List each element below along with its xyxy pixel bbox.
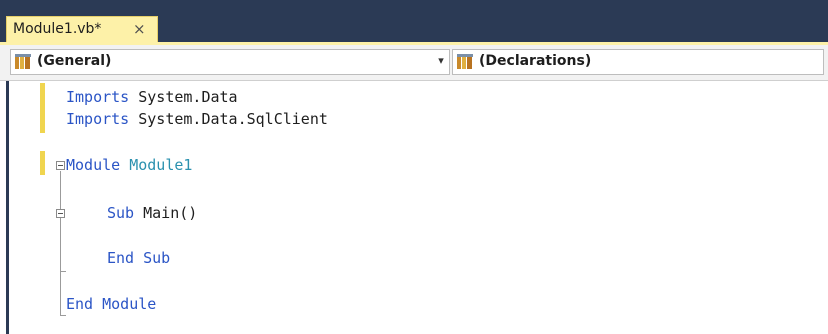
code-navigation-bar: (General) ▾ (Declarations) — [0, 45, 828, 81]
code-line-3: Module Module1 — [66, 156, 192, 174]
code-text: System.Data.SqlClient — [129, 110, 328, 128]
keyword: Module — [66, 156, 121, 174]
chevron-down-icon[interactable]: ▾ — [435, 55, 447, 67]
unsaved-change-marker — [40, 151, 45, 175]
code-line-6: End Module — [66, 295, 156, 313]
keyword: Imports — [66, 110, 130, 128]
code-line-5: End Sub — [107, 249, 170, 267]
keyword: Imports — [66, 88, 130, 106]
code-line-1: Imports System.Data — [66, 88, 238, 106]
keyword: End Sub — [107, 249, 171, 267]
code-text: System.Data — [129, 88, 238, 106]
keyword: Sub — [107, 204, 135, 222]
collapse-sub-toggle[interactable] — [56, 209, 65, 218]
keyword: End Module — [66, 295, 157, 313]
code-text: Main() — [134, 204, 198, 222]
collapse-module-toggle[interactable] — [56, 161, 65, 170]
document-tab-strip: Module1.vb* × — [0, 0, 828, 44]
types-dropdown[interactable]: (General) ▾ — [10, 49, 450, 75]
outline-end-tick — [60, 271, 66, 272]
outline-end-tick — [60, 315, 66, 316]
editor-left-border — [6, 81, 9, 334]
class-view-icon — [457, 54, 473, 69]
unsaved-change-marker — [40, 83, 45, 133]
outline-guide-module — [60, 171, 61, 316]
tab-title: Module1.vb* — [13, 21, 102, 37]
members-dropdown-label: (Declarations) — [479, 53, 592, 69]
code-line-2: Imports System.Data.SqlClient — [66, 110, 328, 128]
close-icon[interactable]: × — [133, 20, 146, 38]
types-dropdown-label: (General) — [37, 53, 112, 69]
tab-module1-vb[interactable]: Module1.vb* × — [6, 16, 158, 42]
code-editor[interactable]: Imports System.Data Imports System.Data.… — [0, 81, 828, 334]
class-view-icon — [15, 54, 31, 69]
type-name: Module1 — [120, 156, 193, 174]
code-line-4: Sub Main() — [107, 204, 197, 222]
members-dropdown[interactable]: (Declarations) — [452, 49, 824, 75]
